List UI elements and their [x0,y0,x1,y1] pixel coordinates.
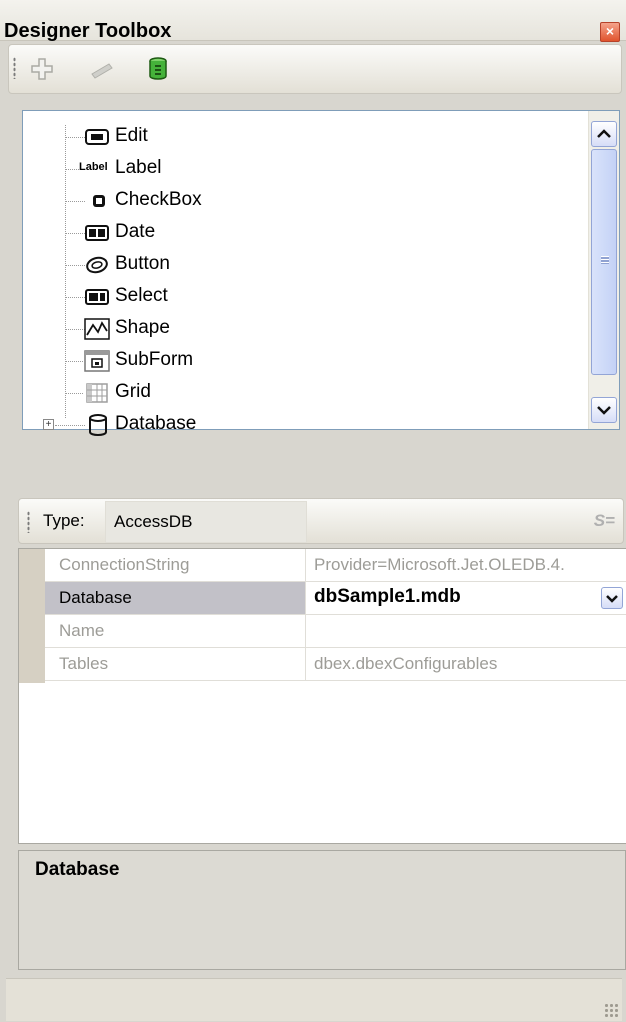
toolbar [8,44,622,94]
tree-item-label: CheckBox [115,189,202,210]
shape-control-icon [84,318,110,340]
sort-icon[interactable]: S= [594,511,615,531]
property-grid: ConnectionString Provider=Microsoft.Jet.… [18,548,626,844]
property-grid-margin [19,549,45,683]
title-bar: Designer Toolbox × [0,0,626,42]
database-node-icon [89,414,107,437]
chevron-down-icon [597,406,611,415]
scroll-grip-icon [601,256,609,264]
tree-item-label: Select [115,285,168,306]
tree-item-label: Edit [115,125,148,146]
type-bar-grip[interactable] [27,511,30,533]
tree-item-label: Date [115,221,156,242]
type-label: Type: [43,511,85,530]
description-title: Database [35,859,120,880]
tree-scrollbar[interactable] [588,111,619,429]
property-name: Name [59,621,105,640]
database-button[interactable] [145,56,171,82]
tree-item-button[interactable]: Button [23,249,583,281]
tree-item-edit[interactable]: Edit [23,121,583,153]
tree-item-label: Button [115,253,170,274]
tree-item-select[interactable]: Select [23,281,583,313]
property-name: Database [59,588,132,607]
window-title: Designer Toolbox [4,20,172,42]
property-value[interactable]: dbex.dbexConfigurables [314,654,497,674]
subform-control-icon [84,350,110,372]
scroll-thumb[interactable] [591,149,617,375]
property-row-name[interactable]: Name [45,615,626,648]
type-bar: Type: AccessDB S= [18,498,624,544]
status-bar [6,978,622,1021]
remove-button[interactable] [89,56,115,82]
tree-item-label: Label [115,157,162,178]
tree-item-label-control[interactable]: Label Label [23,153,583,185]
tree-item-label: SubForm [115,349,194,370]
date-control-icon [85,225,109,241]
resize-grip-icon[interactable] [604,1003,618,1017]
property-name: Tables [59,654,109,673]
chevron-down-icon [606,595,618,603]
remove-icon [91,63,113,79]
property-row-tables[interactable]: Tables dbex.dbexConfigurables [45,648,626,681]
property-row-database[interactable]: Database dbSample1.mdb [45,582,626,615]
dropdown-button[interactable] [601,587,623,609]
checkbox-control-icon [93,195,105,207]
edit-control-icon [85,129,109,145]
tree-item-label: Database [115,413,197,434]
description-panel: Database [18,850,626,970]
select-control-icon [85,289,109,305]
add-icon [31,58,53,80]
scroll-up-button[interactable] [591,121,617,147]
chevron-up-icon [597,129,611,138]
close-button[interactable]: × [600,22,620,42]
tree-item-shape[interactable]: Shape [23,313,583,345]
scroll-down-button[interactable] [591,397,617,423]
database-icon [149,57,167,80]
label-control-icon: Label [79,161,108,173]
tree-item-checkbox[interactable]: CheckBox [23,185,583,217]
toolbar-grip[interactable] [13,57,16,79]
grid-control-icon [86,383,108,403]
tree-item-grid[interactable]: Grid [23,377,583,409]
type-value-box: AccessDB [105,501,307,543]
tree-item-subform[interactable]: SubForm [23,345,583,377]
property-row-connectionstring[interactable]: ConnectionString Provider=Microsoft.Jet.… [45,549,626,582]
add-button[interactable] [29,56,55,82]
tree-item-label: Grid [115,381,151,402]
tree-item-date[interactable]: Date [23,217,583,249]
expand-icon[interactable]: + [43,419,54,430]
button-control-icon [86,256,108,274]
tree-item-label: Shape [115,317,170,338]
property-name: ConnectionString [59,555,190,574]
control-tree: Edit Label Label CheckBox Date Button Se… [22,110,620,437]
designer-toolbox-window: Designer Toolbox × Edit Label Label Chec… [0,0,626,1022]
type-value: AccessDB [114,512,193,531]
property-value[interactable]: Provider=Microsoft.Jet.OLEDB.4. [314,555,565,575]
property-value[interactable]: dbSample1.mdb [314,586,461,608]
tree-item-database[interactable]: + Database [23,409,583,441]
